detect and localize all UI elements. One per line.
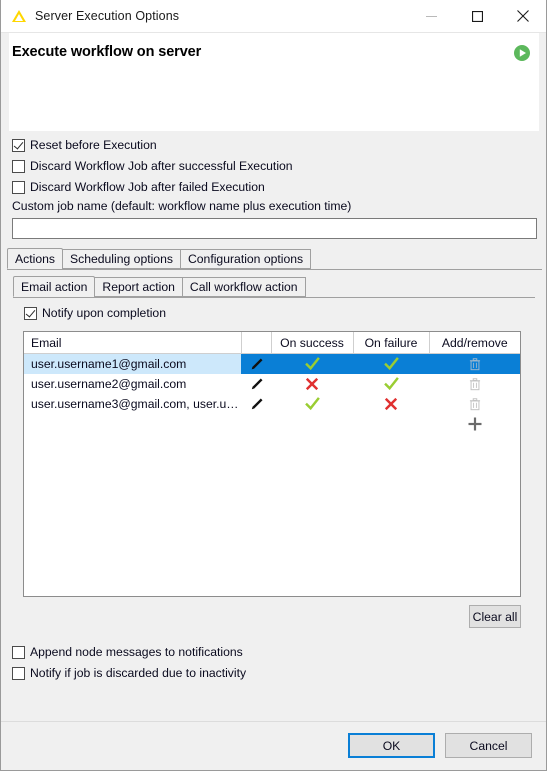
header-banner: Execute workflow on server [9,33,539,131]
cell-edit[interactable] [241,353,271,374]
column-header-on-success[interactable]: On success [271,332,354,354]
option-label: Reset before Execution [30,138,157,152]
check-icon [304,396,320,410]
tab-scheduling-options[interactable]: Scheduling options [61,249,181,269]
option-label: Discard Workflow Job after failed Execut… [30,180,265,194]
pencil-icon[interactable] [249,397,264,412]
cell-on-success[interactable] [271,374,353,394]
option-reset-before-execution[interactable]: Reset before Execution [12,137,157,153]
trash-icon[interactable] [468,377,482,391]
column-header-email[interactable]: Email [24,332,242,354]
cell-empty [353,414,429,434]
column-header-on-failure[interactable]: On failure [353,332,430,354]
checkbox-discard-after-failure[interactable] [12,180,25,194]
option-discard-after-success[interactable]: Discard Workflow Job after successful Ex… [12,158,293,174]
cell-empty [24,414,241,434]
cell-on-success[interactable] [271,353,353,374]
table-row[interactable]: user.username3@gmail.com, user.us... [24,394,520,414]
custom-job-name-label: Custom job name (default: workflow name … [12,199,352,213]
checkbox-notify-if-discarded[interactable] [12,666,25,680]
option-label: Append node messages to notifications [30,645,243,659]
cross-icon [305,377,319,391]
cell-empty [241,414,271,434]
column-header-edit[interactable] [241,332,272,354]
clear-all-button[interactable]: Clear all [469,605,521,628]
column-header-add-remove[interactable]: Add/remove [429,332,520,354]
close-icon [517,10,529,22]
table-add-row[interactable] [24,414,520,434]
knime-triangle-icon [12,10,26,22]
cell-remove[interactable] [429,353,520,374]
tab-configuration-options[interactable]: Configuration options [179,249,312,269]
cell-remove[interactable] [429,394,520,414]
cell-on-failure[interactable] [353,394,429,414]
email-table: Email On success On failure Add/remove u… [23,331,521,597]
cell-edit[interactable] [241,394,271,414]
window-controls [408,0,546,32]
check-icon [383,376,399,390]
cell-on-failure[interactable] [353,353,429,374]
check-icon [304,356,320,370]
minimize-button[interactable] [408,0,454,32]
maximize-button[interactable] [454,0,500,32]
custom-job-name-input[interactable] [12,218,537,239]
minimize-icon [425,15,437,17]
ok-button[interactable]: OK [348,733,435,758]
cell-email[interactable]: user.username1@gmail.com [24,353,241,374]
cell-remove[interactable] [429,374,520,394]
title-bar: Server Execution Options [1,0,546,33]
cell-edit[interactable] [241,374,271,394]
footer-divider [1,721,546,722]
option-notify-upon-completion[interactable]: Notify upon completion [24,305,166,321]
pencil-icon[interactable] [249,377,264,392]
cell-on-failure[interactable] [353,374,429,394]
option-label: Discard Workflow Job after successful Ex… [30,159,293,173]
option-label: Notify upon completion [42,306,166,320]
outer-tabstrip: Actions Scheduling options Configuration… [7,248,542,270]
checkbox-append-node-messages[interactable] [12,645,25,659]
check-icon [383,356,399,370]
close-button[interactable] [500,0,546,32]
table-row[interactable]: user.username1@gmail.com [24,353,520,374]
green-play-icon[interactable] [513,44,531,62]
checkbox-discard-after-success[interactable] [12,159,25,173]
cancel-button[interactable]: Cancel [445,733,532,758]
tab-actions[interactable]: Actions [7,248,63,269]
table-row[interactable]: user.username2@gmail.com [24,374,520,394]
cell-email[interactable]: user.username3@gmail.com, user.us... [24,394,241,414]
page-title: Execute workflow on server [12,44,202,60]
option-append-node-messages[interactable]: Append node messages to notifications [12,644,243,660]
tab-call-workflow-action[interactable]: Call workflow action [181,277,306,297]
tab-report-action[interactable]: Report action [94,277,183,297]
option-label: Notify if job is discarded due to inacti… [30,666,247,680]
window-title: Server Execution Options [35,9,180,23]
tab-email-action[interactable]: Email action [13,276,96,297]
cell-on-success[interactable] [271,394,353,414]
cell-email[interactable]: user.username2@gmail.com [24,374,241,394]
table-header-row: Email On success On failure Add/remove [24,332,520,354]
option-discard-after-failure[interactable]: Discard Workflow Job after failed Execut… [12,179,265,195]
dialog-window: Server Execution Options Execute workflo… [0,0,547,771]
trash-icon[interactable] [468,357,482,371]
cell-empty [271,414,353,434]
trash-icon[interactable] [468,397,482,411]
pencil-icon[interactable] [249,357,264,372]
maximize-icon [471,10,483,22]
cross-icon [384,397,398,411]
checkbox-notify-upon-completion[interactable] [24,306,37,320]
plus-icon[interactable] [467,416,483,432]
checkbox-reset-before-execution[interactable] [12,138,25,152]
inner-tabstrip: Email action Report action Call workflow… [13,276,535,298]
cell-add[interactable] [429,414,520,434]
option-notify-if-discarded[interactable]: Notify if job is discarded due to inacti… [12,665,246,681]
